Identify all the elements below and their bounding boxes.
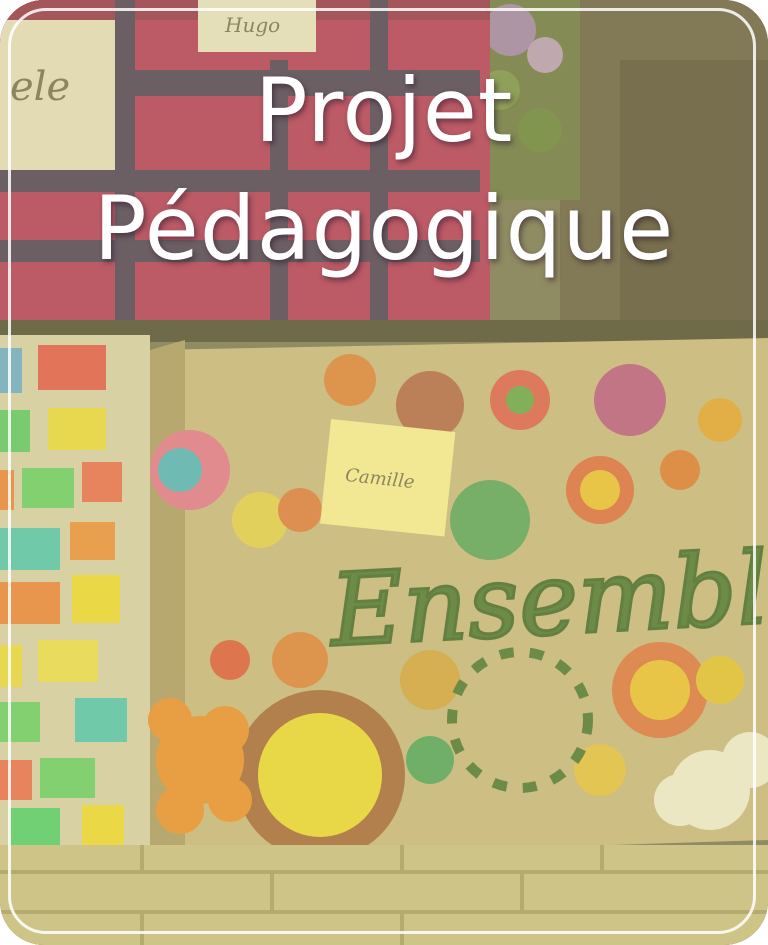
title-line-2: Pédagogique <box>93 177 675 280</box>
card-title: Projet Pédagogique <box>0 52 768 288</box>
title-line-1: Projet <box>254 59 514 162</box>
project-card[interactable]: ele Hugo Ensemble Camille Projet Pédagog… <box>0 0 768 945</box>
